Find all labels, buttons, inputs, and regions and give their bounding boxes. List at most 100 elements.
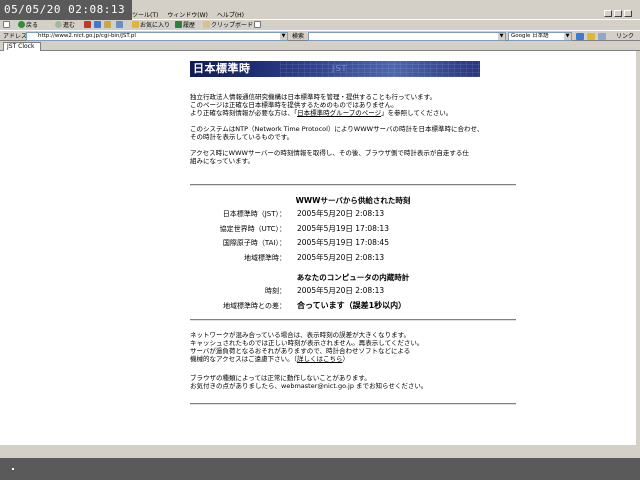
- tab-label: JST Clock: [7, 43, 35, 50]
- search-engine-value: Google 日本語: [511, 33, 549, 39]
- url-text: http://www2.nict.go.jp/cgi-bin/JST.pl: [38, 33, 136, 39]
- stop-icon: [84, 21, 91, 28]
- page-banner: 日本標準時 JST: [190, 61, 480, 77]
- tab-jst-clock[interactable]: JST Clock: [3, 42, 41, 51]
- intro-line: このページは正確な日本標準時を提供するためのものではありません。: [190, 101, 398, 109]
- menu-tools[interactable]: ツール(T): [132, 12, 158, 19]
- time-value: 2005年5月19日 17:08:13: [297, 224, 389, 233]
- clipboard-button[interactable]: クリップボード: [203, 21, 253, 30]
- intro-paragraph: 独立行政法人情報通信研究機構は日本標準時を管理・提供することも行っています。 こ…: [190, 93, 516, 117]
- url-input[interactable]: http://www2.nict.go.jp/cgi-bin/JST.pl ▼: [26, 32, 288, 41]
- search-icon: [116, 21, 123, 28]
- home-button[interactable]: [104, 21, 112, 30]
- stop-button[interactable]: [84, 21, 92, 30]
- minimize-button[interactable]: [604, 10, 612, 17]
- forward-arrow-icon: [55, 21, 62, 28]
- search-input[interactable]: ▼: [308, 32, 506, 41]
- back-arrow-icon: [18, 21, 25, 28]
- taskbar: [0, 458, 640, 480]
- overlay-clock: 05/05/20 02:08:13: [0, 0, 132, 20]
- intro-line-prefix: より正確な時刻情報が必要な方は、「: [190, 109, 298, 117]
- banner-pattern: [280, 61, 480, 77]
- favorites-button[interactable]: お気に入り: [132, 21, 170, 30]
- page-content: 日本標準時 JST 独立行政法人情報通信研究機構は日本標準時を管理・提供すること…: [190, 61, 516, 165]
- document-icon: [254, 21, 261, 28]
- page-title: 日本標準時: [193, 62, 251, 75]
- back-button[interactable]: 戻る: [18, 21, 38, 30]
- time-label: 国際原子時（TAI）：: [222, 239, 286, 247]
- intro-line: 独立行政法人情報通信研究機構は日本標準時を管理・提供することも行っています。: [190, 93, 437, 101]
- clipboard-label: クリップボード: [211, 22, 254, 29]
- restore-button[interactable]: [614, 10, 622, 17]
- close-button[interactable]: [624, 10, 632, 17]
- intro-line: より正確な時刻情報が必要な方は、「日本標準時グループのページ」を参照してください…: [190, 109, 516, 117]
- time-value: 2005年5月19日 17:08:45: [297, 238, 389, 247]
- forward-button[interactable]: 進む: [55, 21, 75, 30]
- menu-help[interactable]: ヘルプ(H): [217, 12, 244, 19]
- time-label: 地域標準時：: [244, 254, 286, 262]
- refresh-button[interactable]: [94, 21, 102, 30]
- network-line-prefix: 機械的なアクセスはご遠慮下さい。（: [190, 355, 297, 363]
- network-line: サーバが過負荷となるおそれがありますので、時計合わせソフトなどによる: [190, 347, 411, 355]
- new-page-button[interactable]: [3, 21, 11, 30]
- taskbar-indicator-icon: [12, 468, 14, 470]
- time-value: 2005年5月20日 2:08:13: [297, 209, 385, 218]
- network-line: 機械的なアクセスはご遠慮下さい。（詳しくはこちら）: [190, 355, 516, 363]
- ntp-line: その時計を表示しているものです。: [190, 133, 294, 141]
- jst-group-link[interactable]: 日本標準時グループのページ: [297, 109, 381, 117]
- search-engine-dropdown-icon[interactable]: ▼: [564, 33, 571, 40]
- search-label: 検索: [292, 33, 305, 40]
- time-row-difference: 地域標準時との差： 合っています（誤差1秒以内）: [190, 300, 516, 312]
- access-paragraph: アクセス時にWWWサーバーの時刻情報を取得し、その後、ブラウザ側で時計表示が自走…: [190, 149, 516, 165]
- favorites-label: お気に入り: [140, 22, 171, 29]
- star-icon: [132, 21, 139, 28]
- clipboard-icon: [203, 21, 210, 28]
- menu-items: ツール(T) ウィンドウ(W) ヘルプ(H): [132, 10, 251, 19]
- network-line-suffix: ）: [342, 355, 349, 363]
- menu-window[interactable]: ウィンドウ(W): [167, 12, 208, 19]
- time-value: 2005年5月20日 2:08:13: [297, 286, 385, 295]
- details-link[interactable]: 詳しくはこちら: [297, 355, 343, 363]
- page-icon: [3, 21, 10, 28]
- network-paragraph: ネットワークが混み合っている場合は、表示時刻の誤差が大きくなります。 キャッシュ…: [190, 331, 516, 363]
- access-line: アクセス時にWWWサーバーの時刻情報を取得し、その後、ブラウザ側で時計表示が自走…: [190, 149, 469, 157]
- divider: [190, 319, 516, 321]
- time-row-tai: 国際原子時（TAI）： 2005年5月19日 17:08:45: [190, 237, 516, 249]
- search-web-button[interactable]: [116, 21, 124, 30]
- local-time-heading: あなたのコンピュータの内蔵時計: [296, 273, 410, 282]
- url-dropdown-icon[interactable]: ▼: [280, 33, 287, 40]
- divider: [190, 184, 516, 186]
- time-difference-value: 合っています（誤差1秒以内）: [297, 301, 407, 310]
- ntp-line: このシステムはNTP（Network Time Protocol）によりWWWサ…: [190, 125, 484, 133]
- search-dropdown-icon[interactable]: ▼: [498, 33, 505, 40]
- home-icon: [104, 21, 111, 28]
- search-engine-select[interactable]: Google 日本語 ▼: [508, 32, 572, 41]
- browser-paragraph: ブラウザの種類によっては正常に動作しないことがあります。 お気付きの点がありまし…: [190, 374, 516, 390]
- refresh-icon: [94, 21, 101, 28]
- ntp-paragraph: このシステムはNTP（Network Time Protocol）によりWWWサ…: [190, 125, 516, 141]
- server-time-heading: WWWサーバから供給された時刻: [295, 196, 411, 205]
- toolbar: 戻る 進む お気に入り 履歴 クリップボード: [0, 19, 640, 30]
- time-value: 2005年5月20日 2:08:13: [297, 253, 385, 262]
- time-label: 日本標準時（JST）：: [222, 210, 286, 218]
- go-search-icon[interactable]: [576, 33, 584, 40]
- time-label: 協定世界時（UTC）：: [219, 225, 286, 233]
- highlight-icon[interactable]: [587, 33, 595, 40]
- vertical-scrollbar[interactable]: [636, 51, 640, 445]
- divider: [190, 403, 516, 405]
- history-icon: [175, 21, 182, 28]
- tab-bar: JST Clock: [0, 41, 640, 51]
- page-menu-button[interactable]: [254, 21, 262, 30]
- history-label: 履歴: [183, 22, 196, 29]
- network-line: キャッシュされたものでは正しい時刻が表示されません。再表示してください。: [190, 339, 424, 347]
- intro-line-suffix: 」を参照してください。: [381, 109, 453, 117]
- browser-line: お気付きの点がありましたら、webmaster@nict.go.jp までお知ら…: [190, 382, 428, 390]
- browser-line: ブラウザの種類によっては正常に動作しないことがあります。: [190, 374, 371, 382]
- time-row-utc: 協定世界時（UTC）： 2005年5月19日 17:08:13: [190, 223, 516, 235]
- time-row-local-standard: 地域標準時： 2005年5月20日 2:08:13: [190, 252, 516, 264]
- history-button[interactable]: 履歴: [175, 21, 195, 30]
- back-label: 戻る: [26, 22, 39, 29]
- links-button[interactable]: リンク: [616, 32, 634, 41]
- address-label: アドレス: [3, 33, 28, 40]
- options-icon[interactable]: [598, 33, 606, 40]
